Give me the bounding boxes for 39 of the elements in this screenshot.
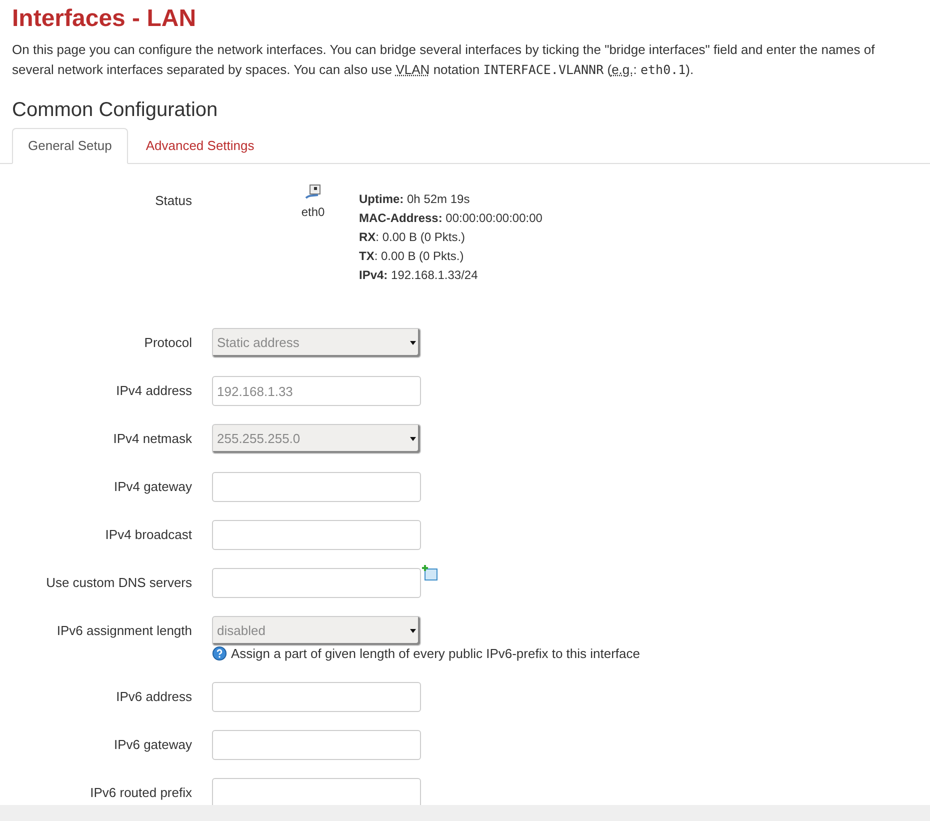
status-line: TX: 0.00 B (0 Pkts.) bbox=[359, 248, 465, 265]
status-line: MAC-Address: 00:00:00:00:00:00 bbox=[359, 210, 542, 227]
text-field[interactable] bbox=[212, 472, 421, 502]
intro-paragraph: On this page you can configure the network interfaces. You can bridge several interfaces by ticking the "bridge interfaces" field and enter the names of several network interfaces separated by spaces. You can also use VLAN notation INTERFACE.VLANNR (e.g.: eth0.1). bbox=[12, 41, 876, 79]
caret-icon bbox=[410, 629, 416, 633]
status-line: IPv4: 192.168.1.33/24 bbox=[359, 267, 479, 284]
field-label: IPv6 gateway bbox=[112, 736, 192, 754]
device-name: eth0 bbox=[301, 204, 325, 221]
status-line: Uptime: 0h 52m 19s bbox=[359, 191, 471, 208]
status-line: RX: 0.00 B (0 Pkts.) bbox=[359, 229, 466, 246]
text-field[interactable] bbox=[212, 682, 421, 712]
text-field[interactable] bbox=[212, 568, 421, 598]
text-field[interactable] bbox=[212, 778, 421, 805]
field-label: IPv6 routed prefix bbox=[89, 784, 192, 802]
dropdown[interactable]: disabled bbox=[212, 616, 421, 646]
field-label: IPv4 address bbox=[115, 382, 192, 400]
text-field[interactable]: 192.168.1.33 bbox=[212, 376, 421, 406]
field-label: Use custom DNS servers bbox=[45, 574, 192, 592]
field-label: IPv6 address bbox=[115, 688, 192, 706]
field-label: IPv4 netmask bbox=[112, 430, 192, 448]
dropdown[interactable]: Static address bbox=[212, 328, 421, 358]
status-label: Status bbox=[154, 192, 192, 210]
help-icon bbox=[212, 646, 227, 662]
network-port-icon bbox=[305, 184, 321, 200]
text-field[interactable] bbox=[212, 520, 421, 550]
caret-icon bbox=[410, 341, 416, 345]
field-hint: Assign a part of given length of every public IPv6-prefix to this interface bbox=[231, 645, 640, 663]
text-field[interactable] bbox=[212, 730, 421, 760]
field-label: IPv4 broadcast bbox=[104, 526, 192, 544]
tab[interactable]: Advanced Settings bbox=[128, 128, 272, 164]
field-label: Protocol bbox=[143, 334, 192, 352]
tab[interactable]: General Setup bbox=[12, 128, 128, 164]
caret-icon bbox=[410, 437, 416, 441]
field-label: IPv4 gateway bbox=[112, 478, 192, 496]
add-icon[interactable] bbox=[422, 565, 438, 581]
field-label: IPv6 assignment length bbox=[56, 622, 192, 640]
page-title: Interfaces - LAN bbox=[12, 4, 198, 34]
dropdown[interactable]: 255.255.255.0 bbox=[212, 424, 421, 454]
section-title: Common Configuration bbox=[12, 98, 219, 122]
